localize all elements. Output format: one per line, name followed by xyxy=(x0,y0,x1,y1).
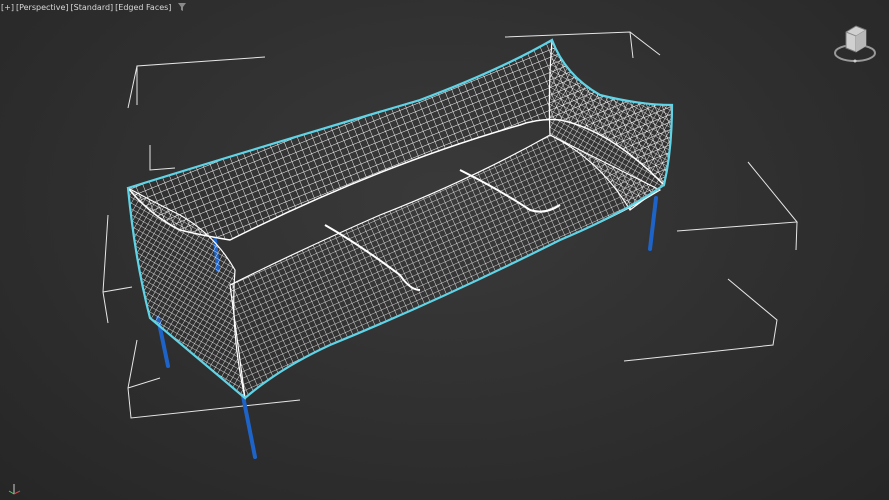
perspective-viewport[interactable]: [+] [Perspective] [Standard] [Edged Face… xyxy=(0,0,889,500)
axis-tripod-icon xyxy=(8,484,21,495)
bracket-right-lower xyxy=(623,278,778,362)
viewport-point-of-view-menu[interactable]: [Perspective] xyxy=(16,3,69,12)
bracket-mid-left xyxy=(102,214,133,324)
viewport-shading-menu[interactable]: [Standard] xyxy=(71,3,114,12)
bracket-top-left xyxy=(127,56,266,109)
viewcube-icon[interactable] xyxy=(832,20,878,64)
funnel-icon[interactable] xyxy=(177,2,187,12)
viewport-label-menu: [+] [Perspective] [Standard] [Edged Face… xyxy=(1,2,187,12)
bracket-left-upper xyxy=(149,145,176,171)
leg-back-right xyxy=(648,196,658,251)
scene-canvas[interactable] xyxy=(0,0,889,500)
sofa-mesh[interactable] xyxy=(126,38,674,400)
viewport-general-menu[interactable]: [+] xyxy=(1,3,14,12)
bracket-right-upper xyxy=(676,161,798,251)
viewport-display-menu[interactable]: [Edged Faces] xyxy=(115,3,171,12)
